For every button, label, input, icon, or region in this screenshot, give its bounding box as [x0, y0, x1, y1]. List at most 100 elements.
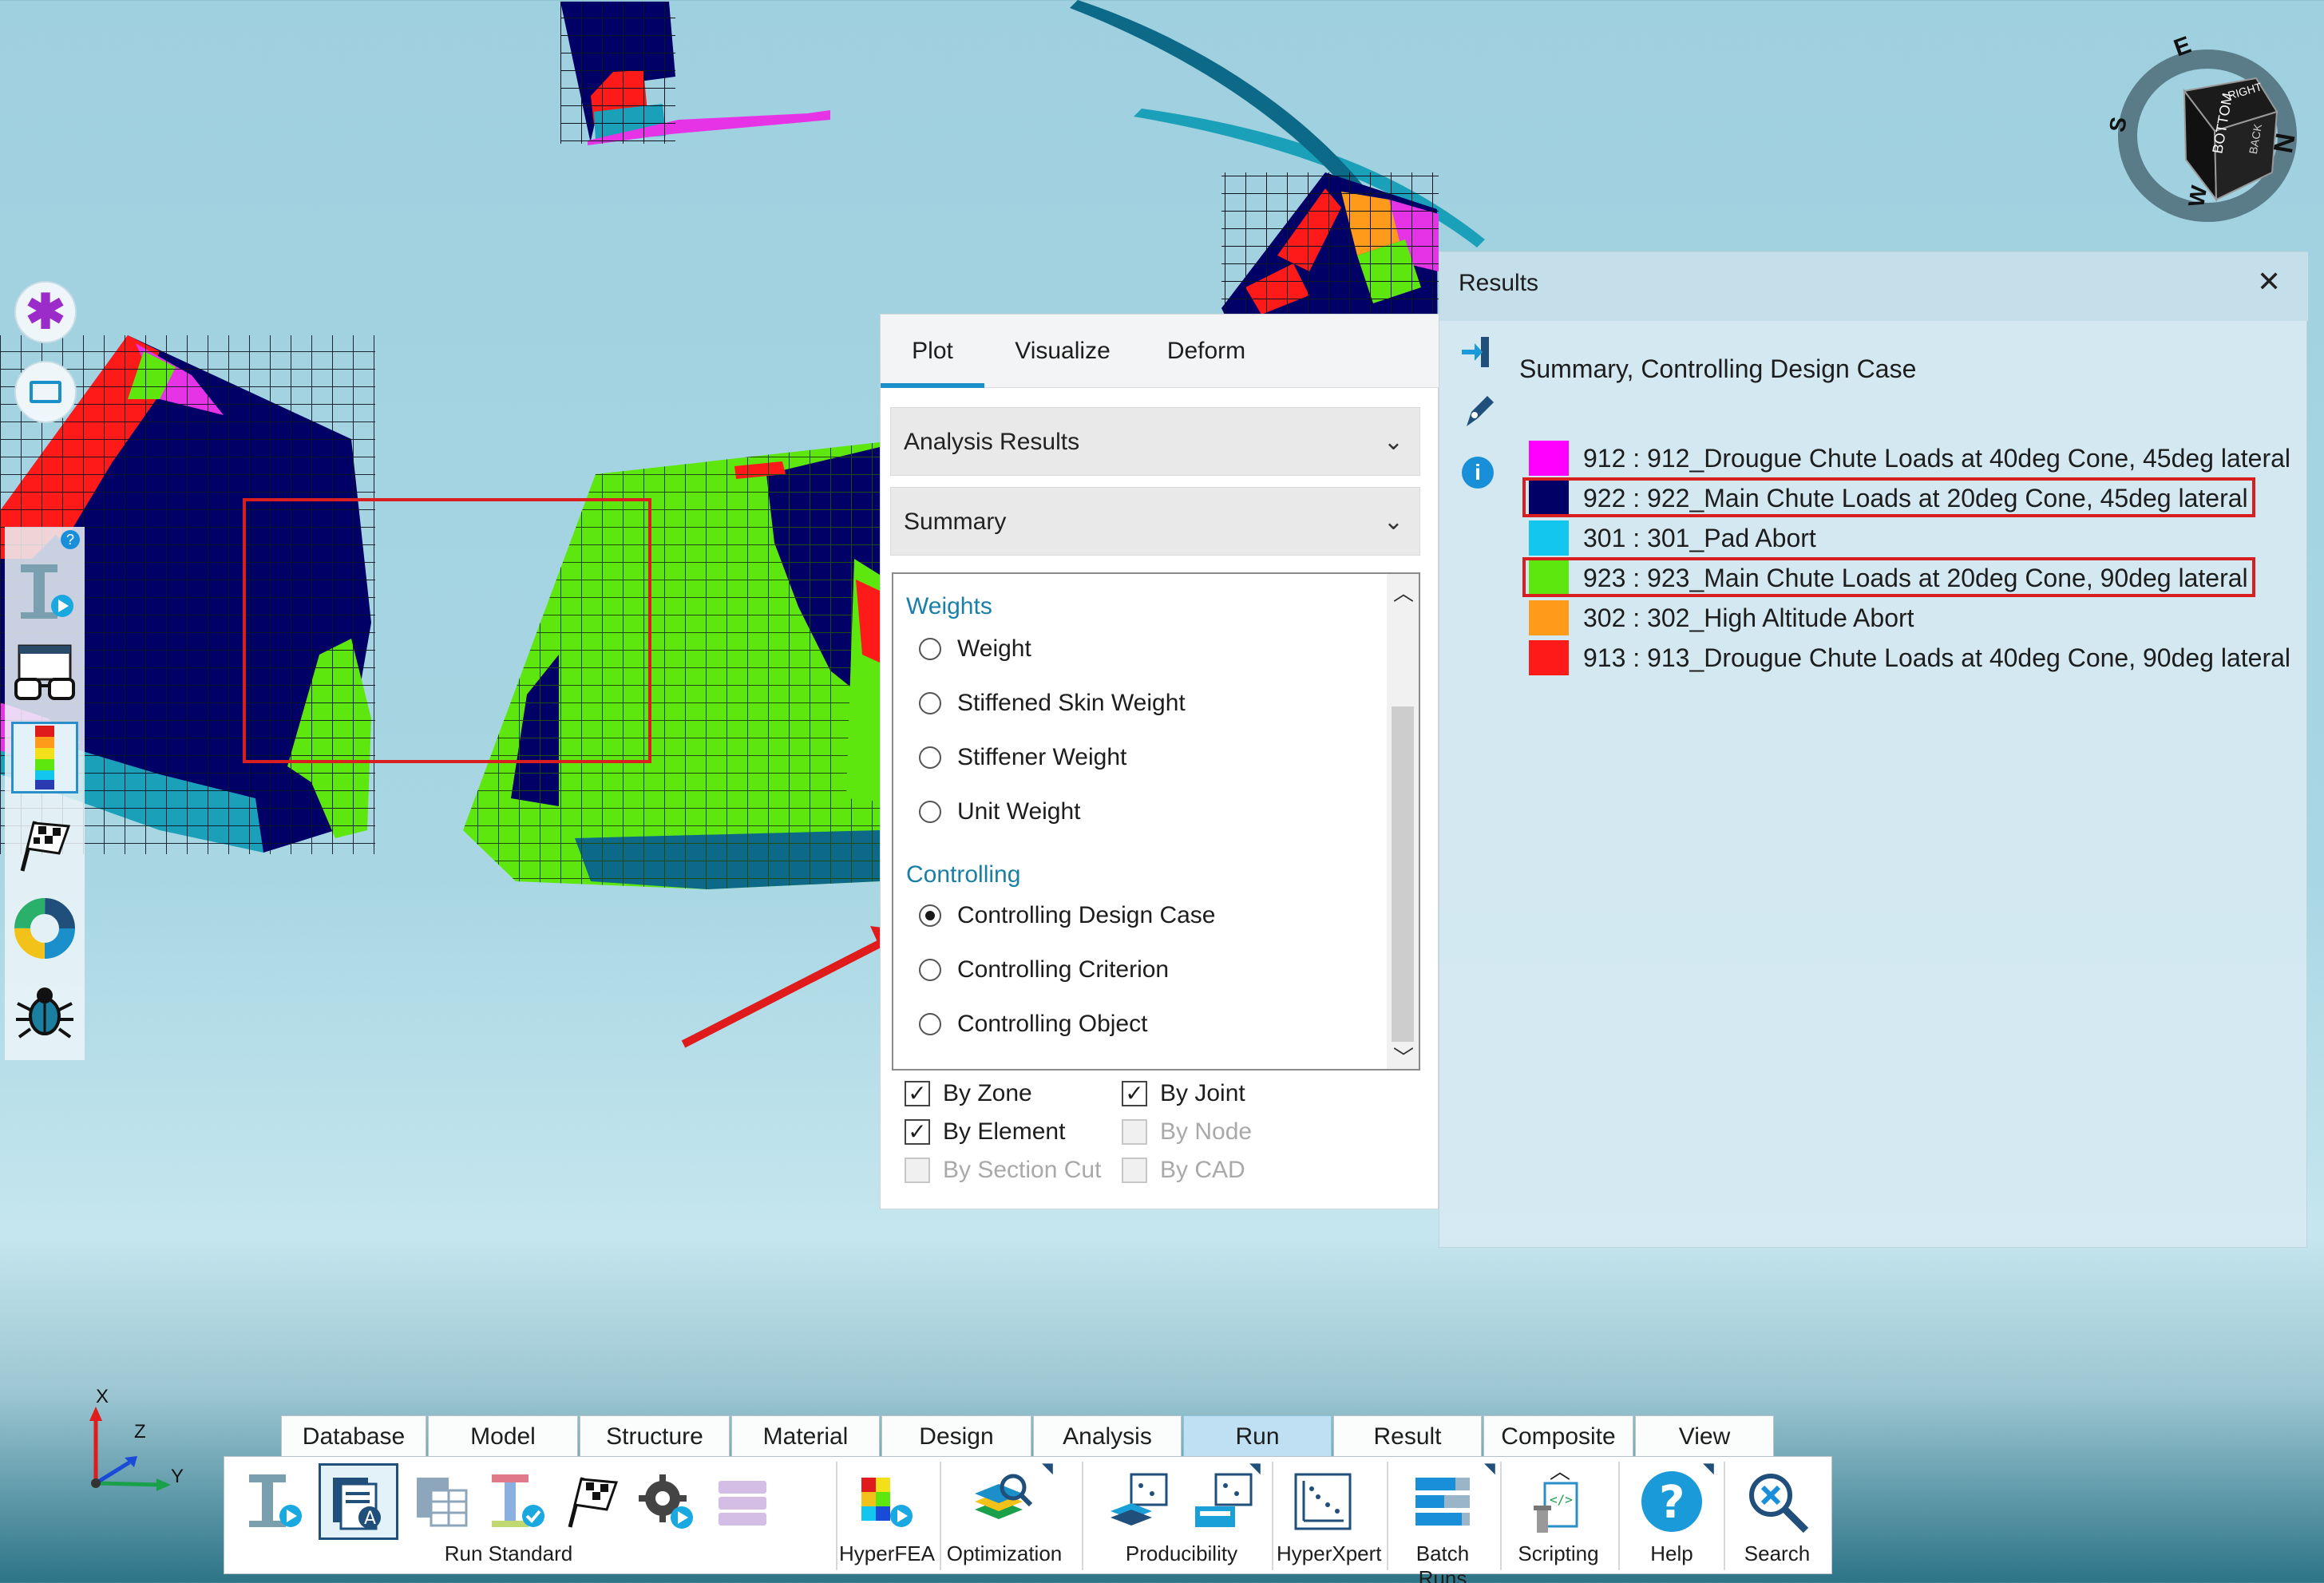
hyperxpert-button[interactable] — [1283, 1463, 1363, 1540]
axis-x-label: X — [96, 1386, 109, 1407]
tab-result[interactable]: Result — [1333, 1415, 1482, 1457]
checkbox-by-element[interactable]: ✓ By Element — [905, 1114, 1065, 1150]
tab-run[interactable]: Run — [1183, 1415, 1332, 1457]
radio-button[interactable] — [919, 801, 941, 823]
radio-weight[interactable]: Weight — [919, 630, 1031, 668]
chevron-down-icon: ⌄ — [1383, 429, 1404, 455]
legend-item: 302 : 302_High Altitude Abort — [1529, 598, 1914, 638]
radio-label: Controlling Object — [957, 1011, 1148, 1037]
result-type-list: Weights Weight Stiffened Skin Weight Sti… — [892, 572, 1420, 1071]
batch-runs-icon — [1415, 1478, 1470, 1526]
tab-view[interactable]: View — [1635, 1415, 1774, 1457]
radio-button-selected[interactable] — [919, 904, 941, 927]
validate-button[interactable] — [483, 1463, 552, 1540]
tab-design[interactable]: Design — [881, 1415, 1031, 1457]
legend-swatch — [1529, 441, 1569, 476]
svg-text:?: ? — [1659, 1477, 1685, 1529]
debug-button[interactable] — [11, 976, 78, 1047]
group-label-optimization: Optimization — [946, 1541, 1063, 1565]
server-button[interactable] — [708, 1463, 777, 1540]
checkbox-label: By Section Cut — [943, 1157, 1102, 1183]
list-scrollbar[interactable]: ︿ ﹀ — [1387, 574, 1419, 1069]
tab-database[interactable]: Database — [281, 1415, 426, 1457]
radio-button[interactable] — [919, 746, 941, 769]
plot-panel: Plot Visualize Deform Analysis Results ⌄… — [880, 314, 1439, 1209]
layers-chart-icon — [1111, 1473, 1168, 1526]
export-icon[interactable] — [1459, 334, 1495, 370]
view-cube[interactable]: BOTTOM RIGHT BACK E N S W — [2104, 32, 2307, 232]
tab-visualize[interactable]: Visualize — [999, 315, 1126, 388]
auto-run-button[interactable]: A — [319, 1463, 398, 1540]
scroll-up-icon[interactable]: ︿ — [1393, 577, 1414, 607]
settings-run-button[interactable] — [633, 1463, 702, 1540]
search-button[interactable] — [1733, 1463, 1821, 1540]
tab-structure[interactable]: Structure — [580, 1415, 730, 1457]
close-icon[interactable]: ✕ — [2257, 265, 2281, 299]
checkbox[interactable]: ✓ — [905, 1119, 930, 1145]
summary-value: Summary — [904, 509, 1007, 535]
tab-material[interactable]: Material — [731, 1415, 880, 1457]
producibility-chart-icon — [1195, 1473, 1253, 1527]
info-icon[interactable]: i — [1462, 457, 1494, 489]
dropdown-corner-icon: ◥ — [1484, 1460, 1495, 1476]
chart-button[interactable] — [11, 892, 78, 964]
batch-table-button[interactable] — [408, 1463, 477, 1540]
checkbox-label: By Zone — [943, 1080, 1032, 1106]
checkbox-by-joint[interactable]: ✓ By Joint — [1122, 1076, 1245, 1111]
view-tool-button[interactable] — [11, 639, 78, 710]
hyperfea-button[interactable] — [847, 1463, 927, 1540]
summary-dropdown[interactable]: Summary ⌄ — [890, 487, 1420, 556]
annotation-box — [243, 498, 651, 763]
radio-label: Controlling Criterion — [957, 956, 1170, 983]
radio-button[interactable] — [919, 692, 941, 714]
pen-icon[interactable] — [1459, 391, 1499, 431]
scripting-button[interactable]: </> — [1514, 1476, 1602, 1540]
checkbox-by-zone[interactable]: ✓ By Zone — [905, 1076, 1032, 1111]
color-legend-icon — [35, 726, 54, 790]
legend-label: 912 : 912_Drougue Chute Loads at 40deg C… — [1583, 443, 2291, 473]
table-icon — [417, 1478, 468, 1527]
tab-deform[interactable]: Deform — [1149, 315, 1264, 388]
legend-label: 301 : 301_Pad Abort — [1583, 523, 1816, 552]
tab-analysis[interactable]: Analysis — [1033, 1415, 1182, 1457]
radio-controlling-object[interactable]: Controlling Object — [919, 1005, 1147, 1043]
box-select-button[interactable] — [14, 361, 77, 423]
producibility-layers-button[interactable] — [1101, 1463, 1178, 1540]
help-badge[interactable]: ? — [61, 530, 80, 549]
radio-stiffened-skin-weight[interactable]: Stiffened Skin Weight — [919, 684, 1186, 722]
run-icon — [249, 1474, 302, 1527]
checkbox[interactable]: ✓ — [905, 1081, 930, 1106]
scroll-thumb[interactable] — [1392, 706, 1414, 1042]
asterisk-button[interactable]: ✱ — [14, 281, 77, 343]
batch-runs-button[interactable] — [1403, 1463, 1483, 1540]
checkbox[interactable]: ✓ — [1122, 1081, 1147, 1106]
checkbox-label: By Element — [943, 1118, 1066, 1145]
axis-triad: X Z Y — [72, 1386, 216, 1498]
results-flag-button[interactable] — [11, 809, 78, 881]
radio-unit-weight[interactable]: Unit Weight — [919, 793, 1081, 831]
checkbox — [1122, 1119, 1147, 1145]
radio-label: Stiffened Skin Weight — [957, 690, 1186, 716]
run-tool-button[interactable] — [11, 556, 78, 627]
results-flag-ribbon-button[interactable] — [558, 1463, 627, 1540]
results-title: Results — [1459, 270, 1539, 296]
tab-plot[interactable]: Plot — [881, 315, 984, 388]
scroll-down-icon[interactable]: ﹀ — [1393, 1042, 1414, 1069]
optimization-button[interactable] — [959, 1463, 1047, 1540]
results-subtitle: Summary, Controlling Design Case — [1519, 354, 1917, 383]
checkbox-by-cad: By CAD — [1122, 1153, 1245, 1188]
run-analysis-button[interactable] — [240, 1463, 309, 1540]
help-button[interactable]: ? — [1629, 1463, 1714, 1540]
color-legend-button[interactable] — [11, 722, 78, 793]
ribbon-toolbar: A Run Standard HyperFEA ◥ Optimization ◥… — [224, 1456, 1832, 1583]
radio-controlling-criterion[interactable]: Controlling Criterion — [919, 951, 1169, 989]
legend-label: 302 : 302_High Altitude Abort — [1583, 603, 1914, 632]
radio-button[interactable] — [919, 959, 941, 981]
radio-stiffener-weight[interactable]: Stiffener Weight — [919, 738, 1126, 777]
tab-composite[interactable]: Composite — [1483, 1415, 1633, 1457]
radio-button[interactable] — [919, 1013, 941, 1035]
tab-model[interactable]: Model — [428, 1415, 578, 1457]
analysis-results-dropdown[interactable]: Analysis Results ⌄ — [890, 407, 1420, 476]
radio-button[interactable] — [919, 638, 941, 660]
radio-controlling-design-case[interactable]: Controlling Design Case — [919, 896, 1216, 935]
